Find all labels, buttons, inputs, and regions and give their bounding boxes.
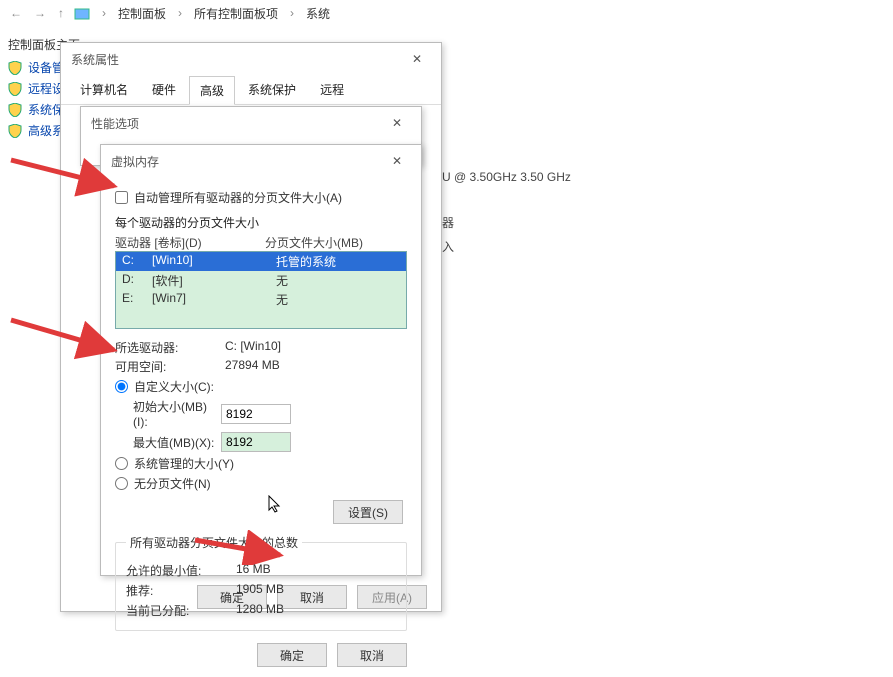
shield-icon [8, 61, 22, 75]
rec-label: 推荐: [126, 582, 236, 599]
drive-label: [Win10] [152, 253, 276, 270]
drive-size: 无 [276, 272, 400, 289]
drives-header: 每个驱动器的分页文件大小 [115, 214, 407, 231]
shield-icon [8, 103, 22, 117]
max-size-input[interactable] [221, 432, 291, 452]
min-label: 允许的最小值: [126, 562, 236, 579]
max-size-label: 最大值(MB)(X): [115, 434, 215, 451]
initial-size-input[interactable] [221, 404, 291, 424]
drive-size: 无 [276, 291, 400, 308]
drive-label: [Win7] [152, 291, 276, 308]
nav-back-icon[interactable]: ← [8, 6, 24, 20]
min-value: 16 MB [236, 562, 271, 579]
selected-drive-label: 所选驱动器: [115, 339, 225, 356]
drive-letter: E: [122, 291, 152, 308]
drive-letter: C: [122, 253, 152, 270]
close-button[interactable]: ✕ [383, 151, 411, 171]
breadcrumb-item[interactable]: 系统 [306, 5, 330, 22]
col-drive: 驱动器 [卷标](D) [115, 234, 265, 251]
bg-line2: 器 [442, 211, 571, 235]
available-space-label: 可用空间: [115, 358, 225, 375]
auto-manage-checkbox-row[interactable]: 自动管理所有驱动器的分页文件大小(A) [115, 189, 407, 206]
dialog-virtual-memory: 虚拟内存 ✕ 自动管理所有驱动器的分页文件大小(A) 每个驱动器的分页文件大小 … [100, 144, 422, 576]
drive-size: 托管的系统 [276, 253, 400, 270]
custom-size-label: 自定义大小(C): [134, 378, 214, 395]
tab-remote[interactable]: 远程 [309, 75, 355, 104]
auto-manage-label: 自动管理所有驱动器的分页文件大小(A) [134, 189, 342, 206]
drive-row[interactable]: C: [Win10] 托管的系统 [116, 252, 406, 271]
tab-hardware[interactable]: 硬件 [141, 75, 187, 104]
system-managed-radio-row[interactable]: 系统管理的大小(Y) [115, 455, 407, 472]
control-panel-icon [74, 5, 90, 21]
initial-size-label: 初始大小(MB)(I): [115, 398, 215, 429]
close-icon: ✕ [392, 154, 402, 168]
breadcrumb-item[interactable]: 控制面板 [118, 5, 166, 22]
totals-group: 所有驱动器分页文件大小的总数 允许的最小值:16 MB 推荐:1905 MB 当… [115, 534, 407, 631]
breadcrumb-item[interactable]: 所有控制面板项 [194, 5, 278, 22]
cancel-button[interactable]: 取消 [337, 643, 407, 667]
rec-value: 1905 MB [236, 582, 284, 599]
no-paging-radio-row[interactable]: 无分页文件(N) [115, 475, 407, 492]
cur-value: 1280 MB [236, 602, 284, 619]
dialog-title: 性能选项 [91, 115, 139, 132]
drive-letter: D: [122, 272, 152, 289]
drive-row[interactable]: E: [Win7] 无 [116, 290, 406, 309]
ok-button[interactable]: 确定 [257, 643, 327, 667]
drive-label: [软件] [152, 272, 276, 289]
bg-system-info: U @ 3.50GHz 3.50 GHz 器 入 [442, 165, 571, 259]
dialog-title: 系统属性 [71, 51, 119, 68]
shield-icon [8, 82, 22, 96]
nav-up-icon[interactable]: ↑ [56, 6, 66, 20]
tab-computer-name[interactable]: 计算机名 [69, 75, 139, 104]
dialog-title: 虚拟内存 [111, 153, 159, 170]
custom-size-radio[interactable] [115, 380, 128, 393]
system-managed-radio[interactable] [115, 457, 128, 470]
cur-label: 当前已分配: [126, 602, 236, 619]
no-paging-radio[interactable] [115, 477, 128, 490]
no-paging-label: 无分页文件(N) [134, 475, 211, 492]
breadcrumb-bar: ← → ↑ › 控制面板 › 所有控制面板项 › 系统 [0, 0, 893, 26]
drive-list-head: 驱动器 [卷标](D) 分页文件大小(MB) [115, 234, 407, 251]
cursor-icon [268, 495, 282, 513]
nav-fwd-icon[interactable]: → [32, 6, 48, 20]
drive-row[interactable]: D: [软件] 无 [116, 271, 406, 290]
system-managed-label: 系统管理的大小(Y) [134, 455, 234, 472]
drive-list[interactable]: C: [Win10] 托管的系统 D: [软件] 无 E: [Win7] 无 [115, 251, 407, 329]
shield-icon [8, 124, 22, 138]
selected-drive-value: C: [Win10] [225, 339, 281, 356]
set-button[interactable]: 设置(S) [333, 500, 403, 524]
close-button[interactable]: ✕ [383, 113, 411, 133]
tab-advanced[interactable]: 高级 [189, 76, 235, 105]
available-space-value: 27894 MB [225, 358, 280, 375]
close-icon: ✕ [392, 116, 402, 130]
col-size: 分页文件大小(MB) [265, 234, 363, 251]
tab-protection[interactable]: 系统保护 [237, 75, 307, 104]
custom-size-radio-row[interactable]: 自定义大小(C): [115, 378, 407, 395]
bg-cpu: U @ 3.50GHz 3.50 GHz [442, 165, 571, 189]
close-button[interactable]: ✕ [403, 49, 431, 69]
auto-manage-checkbox[interactable] [115, 191, 128, 204]
bg-line3: 入 [442, 235, 571, 259]
tab-strip: 计算机名 硬件 高级 系统保护 远程 [61, 75, 441, 105]
totals-title: 所有驱动器分页文件大小的总数 [126, 534, 302, 551]
close-icon: ✕ [412, 52, 422, 66]
